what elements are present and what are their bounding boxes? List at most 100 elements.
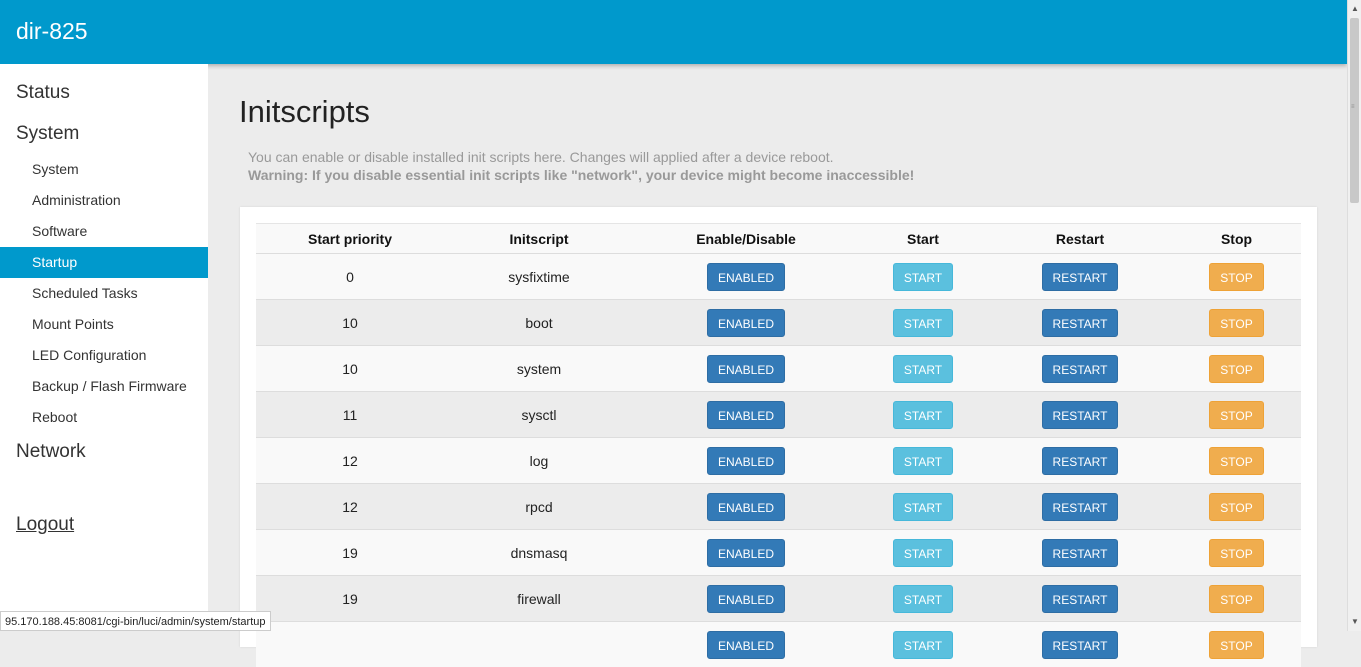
start-button[interactable]: START (893, 585, 953, 613)
restart-button[interactable]: RESTART (1042, 309, 1119, 337)
restart-button[interactable]: RESTART (1042, 493, 1119, 521)
start-cell: START (858, 484, 988, 530)
description-text: You can enable or disable installed init… (248, 148, 914, 166)
stop-button[interactable]: STOP (1209, 263, 1263, 291)
sidebar-item-system[interactable]: System (0, 154, 208, 185)
scroll-up-arrow-icon[interactable]: ▲ (1351, 4, 1359, 13)
restart-cell: RESTART (988, 622, 1172, 667)
enabled-toggle-button[interactable]: ENABLED (707, 539, 785, 567)
column-header-initscript: Initscript (444, 224, 634, 254)
sidebar-item-reboot[interactable]: Reboot (0, 402, 208, 433)
stop-button[interactable]: STOP (1209, 493, 1263, 521)
stop-cell: STOP (1172, 576, 1301, 622)
sidebar-item-backup-flash-firmware[interactable]: Backup / Flash Firmware (0, 371, 208, 402)
priority-cell: 10 (256, 300, 444, 346)
enable-cell: ENABLED (634, 300, 858, 346)
start-button[interactable]: START (893, 401, 953, 429)
enabled-toggle-button[interactable]: ENABLED (707, 355, 785, 383)
top-header: dir-825 (0, 0, 1347, 64)
main-content: Initscripts You can enable or disable in… (208, 64, 1347, 631)
scroll-down-arrow-icon[interactable]: ▼ (1351, 617, 1359, 626)
restart-cell: RESTART (988, 576, 1172, 622)
stop-cell: STOP (1172, 346, 1301, 392)
nav-status[interactable]: Status (16, 82, 70, 104)
stop-cell: STOP (1172, 438, 1301, 484)
sidebar-item-software[interactable]: Software (0, 216, 208, 247)
start-cell: START (858, 622, 988, 667)
nav-network[interactable]: Network (16, 441, 86, 463)
table-row: 11sysctl ENABLED START RESTART STOP (256, 392, 1301, 438)
stop-button[interactable]: STOP (1209, 309, 1263, 337)
logout-link[interactable]: Logout (16, 514, 74, 536)
restart-button[interactable]: RESTART (1042, 585, 1119, 613)
stop-button[interactable]: STOP (1209, 585, 1263, 613)
enabled-toggle-button[interactable]: ENABLED (707, 263, 785, 291)
sidebar-item-startup[interactable]: Startup (0, 247, 208, 278)
initscript-cell (444, 622, 634, 667)
start-button[interactable]: START (893, 493, 953, 521)
status-bar-url: 95.170.188.45:8081/cgi-bin/luci/admin/sy… (0, 611, 271, 631)
initscript-cell: sysfixtime (444, 254, 634, 300)
enabled-toggle-button[interactable]: ENABLED (707, 447, 785, 475)
enable-cell: ENABLED (634, 392, 858, 438)
sidebar-item-scheduled-tasks[interactable]: Scheduled Tasks (0, 278, 208, 309)
stop-button[interactable]: STOP (1209, 539, 1263, 567)
enable-cell: ENABLED (634, 254, 858, 300)
enable-cell: ENABLED (634, 484, 858, 530)
page-title: Initscripts (239, 94, 370, 130)
enabled-toggle-button[interactable]: ENABLED (707, 631, 785, 659)
priority-cell: 10 (256, 346, 444, 392)
stop-button[interactable]: STOP (1209, 631, 1263, 659)
enabled-toggle-button[interactable]: ENABLED (707, 309, 785, 337)
restart-button[interactable]: RESTART (1042, 447, 1119, 475)
start-button[interactable]: START (893, 263, 953, 291)
restart-cell: RESTART (988, 530, 1172, 576)
priority-cell: 12 (256, 484, 444, 530)
restart-button[interactable]: RESTART (1042, 263, 1119, 291)
restart-cell: RESTART (988, 484, 1172, 530)
brand-title[interactable]: dir-825 (16, 18, 88, 45)
table-row: 12logENABLEDSTARTRESTARTSTOP (256, 438, 1301, 484)
restart-button[interactable]: RESTART (1042, 631, 1119, 659)
table-row: ENABLED START RESTART STOP (256, 622, 1301, 667)
priority-cell: 19 (256, 576, 444, 622)
sidebar-item-mount-points[interactable]: Mount Points (0, 309, 208, 340)
initscript-cell: sysctl (444, 392, 634, 438)
nav-system[interactable]: System (16, 123, 79, 145)
start-button[interactable]: START (893, 447, 953, 475)
restart-button[interactable]: RESTART (1042, 401, 1119, 429)
table-row: 19dnsmasqENABLEDSTARTRESTARTSTOP (256, 530, 1301, 576)
column-header-enable: Enable/Disable (634, 224, 858, 254)
start-button[interactable]: START (893, 539, 953, 567)
restart-cell: RESTART (988, 392, 1172, 438)
enabled-toggle-button[interactable]: ENABLED (707, 493, 785, 521)
start-button[interactable]: START (893, 631, 953, 659)
enable-cell: ENABLED (634, 530, 858, 576)
restart-button[interactable]: RESTART (1042, 539, 1119, 567)
stop-button[interactable]: STOP (1209, 355, 1263, 383)
initscript-cell: firewall (444, 576, 634, 622)
priority-cell (256, 622, 444, 667)
table-row: 10bootENABLEDSTARTRESTARTSTOP (256, 300, 1301, 346)
enable-cell: ENABLED (634, 346, 858, 392)
priority-cell: 19 (256, 530, 444, 576)
restart-button[interactable]: RESTART (1042, 355, 1119, 383)
enabled-toggle-button[interactable]: ENABLED (707, 401, 785, 429)
restart-cell: RESTART (988, 346, 1172, 392)
start-button[interactable]: START (893, 355, 953, 383)
enabled-toggle-button[interactable]: ENABLED (707, 585, 785, 613)
start-cell: START (858, 576, 988, 622)
stop-button[interactable]: STOP (1209, 401, 1263, 429)
table-header-row: Start priority Initscript Enable/Disable… (256, 224, 1301, 254)
restart-cell: RESTART (988, 254, 1172, 300)
initscript-cell: system (444, 346, 634, 392)
scrollbar-thumb[interactable]: ≡ (1350, 18, 1359, 203)
sidebar-item-administration[interactable]: Administration (0, 185, 208, 216)
start-cell: START (858, 438, 988, 484)
priority-cell: 11 (256, 392, 444, 438)
stop-button[interactable]: STOP (1209, 447, 1263, 475)
initscripts-panel: Start priority Initscript Enable/Disable… (240, 207, 1317, 647)
sidebar-item-led-configuration[interactable]: LED Configuration (0, 340, 208, 371)
vertical-scrollbar[interactable]: ▲ ≡ ▼ (1347, 0, 1361, 631)
start-button[interactable]: START (893, 309, 953, 337)
